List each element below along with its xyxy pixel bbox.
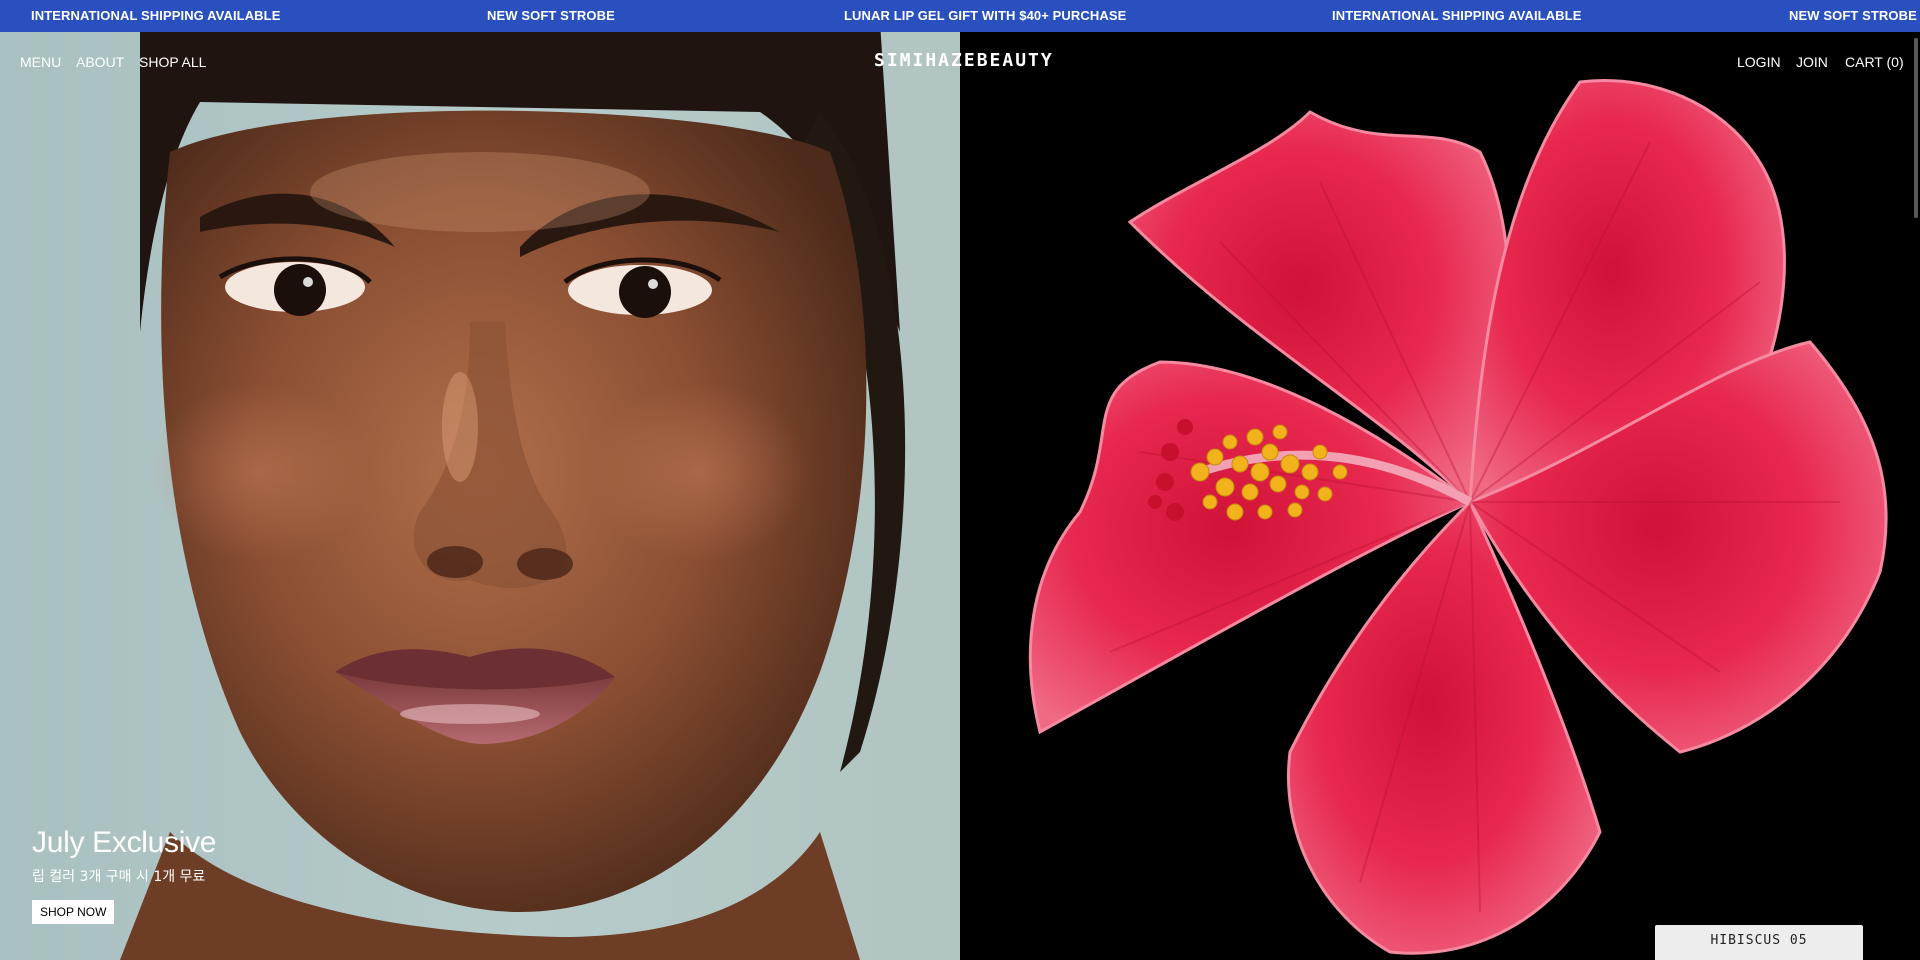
site-logo[interactable]: SIMIHAZEBEAUTY [874, 50, 1052, 71]
promo-subtitle: 립 컬러 3개 구매 시 1개 무료 [32, 869, 206, 885]
announcement-item: INTERNATIONAL SHIPPING AVAILABLE [31, 8, 281, 23]
nav-login-link[interactable]: LOGIN [1737, 54, 1781, 70]
announcement-item: NEW SOFT STROBE [487, 8, 615, 23]
announcement-item: INTERNATIONAL SHIPPING AVAILABLE [1332, 8, 1582, 23]
promo-block: July Exclusive 립 컬러 3개 구매 시 1개 무료 SHOP N… [32, 826, 217, 924]
hero [0, 32, 1920, 960]
shop-now-button[interactable]: SHOP NOW [32, 900, 115, 924]
scrollbar[interactable] [1912, 32, 1920, 960]
announcement-item: NEW SOFT STROBE [1789, 8, 1917, 23]
announcement-item: LUNAR LIP GEL GIFT WITH $40+ PURCHASE [844, 8, 1127, 23]
portrait-image [120, 32, 906, 960]
site-header: MENU ABOUT SHOP ALL SIMIHAZEBEAUTY LOGIN… [0, 32, 1920, 92]
product-tag[interactable]: HIBISCUS 05 [1655, 925, 1863, 960]
hibiscus-image [1028, 79, 1888, 955]
nav-cart-link[interactable]: CART (0) [1845, 54, 1904, 70]
nav-join-link[interactable]: JOIN [1796, 54, 1828, 70]
scrollbar-thumb[interactable] [1914, 38, 1918, 218]
nav-shop-all-link[interactable]: SHOP ALL [139, 54, 206, 70]
promo-title: July Exclusive [32, 826, 217, 859]
nav-about-link[interactable]: ABOUT [76, 54, 124, 70]
nav-menu-link[interactable]: MENU [20, 54, 61, 70]
hero-portrait-panel [0, 32, 960, 960]
hero-flower-panel [960, 32, 1920, 960]
announcement-bar: INTERNATIONAL SHIPPING AVAILABLE NEW SOF… [0, 0, 1920, 32]
